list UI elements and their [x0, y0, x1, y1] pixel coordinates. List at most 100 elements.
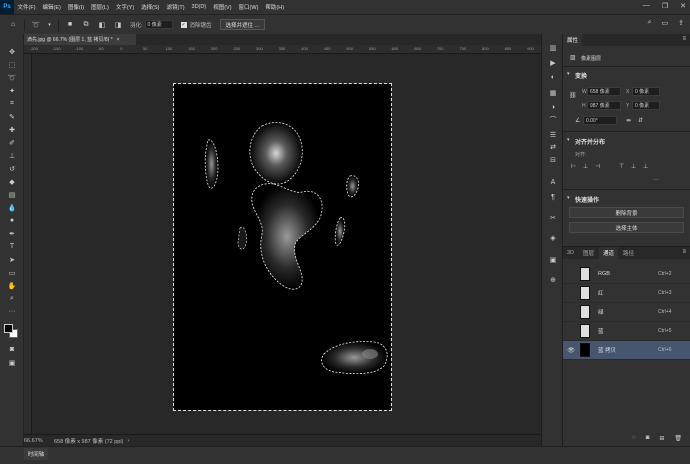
swatches-panel-icon[interactable]: ▦: [547, 87, 559, 98]
zoom-level[interactable]: 66.67%: [24, 438, 54, 444]
align-left-icon[interactable]: ⊢: [571, 163, 576, 170]
workspace-icon[interactable]: ▭: [662, 19, 669, 27]
type-tool-icon[interactable]: T: [5, 241, 19, 252]
width-input[interactable]: 658 像素: [587, 87, 621, 96]
add-selection-icon[interactable]: ⧉: [81, 20, 91, 30]
select-subject-button[interactable]: 选择主体: [569, 222, 684, 233]
document-tab[interactable]: 滴先.jpg @ 66.7% (图层 1, 蓝 拷贝/8) * ×: [24, 34, 136, 45]
color-panel-icon[interactable]: ◐: [547, 72, 559, 83]
close-tab-icon[interactable]: ×: [117, 37, 120, 43]
height-input[interactable]: 987 像素: [587, 101, 621, 110]
search-icon[interactable]: ⌕: [648, 19, 652, 27]
minimize-icon[interactable]: —: [643, 2, 650, 10]
pen-tool-icon[interactable]: ✒: [5, 228, 19, 239]
channel-row-blue[interactable]: 蓝 Ctrl+5: [563, 322, 690, 341]
flip-horizontal-icon[interactable]: ⇹: [626, 117, 631, 124]
antialias-checkbox[interactable]: ✓: [180, 21, 187, 28]
blur-tool-icon[interactable]: 💧: [5, 202, 19, 213]
more-options-icon[interactable]: ···: [653, 177, 659, 183]
paragraph-panel-icon[interactable]: ¶: [547, 192, 559, 203]
notes-panel-icon[interactable]: ⊕: [547, 274, 559, 285]
chevron-down-icon[interactable]: ▾: [47, 20, 52, 30]
healing-brush-tool-icon[interactable]: ✚: [5, 124, 19, 135]
brush-tool-icon[interactable]: ✐: [5, 137, 19, 148]
tool-presets-icon[interactable]: ✂: [547, 212, 559, 223]
eye-icon[interactable]: 👁: [566, 347, 576, 354]
tab-paths[interactable]: 路径: [619, 247, 638, 259]
marquee-tool-icon[interactable]: ⬚: [5, 59, 19, 70]
gradient-tool-icon[interactable]: ▤: [5, 189, 19, 200]
home-icon[interactable]: ⌂: [8, 20, 18, 30]
menu-help[interactable]: 帮助(H): [262, 3, 288, 11]
history-brush-tool-icon[interactable]: ↺: [5, 163, 19, 174]
menu-type[interactable]: 文字(Y): [112, 3, 137, 11]
move-tool-icon[interactable]: ✥: [5, 46, 19, 57]
menu-filter[interactable]: 滤镜(T): [163, 3, 188, 11]
panel-menu-icon[interactable]: ≡: [682, 249, 686, 255]
link-icon[interactable]: ⛓: [569, 92, 577, 99]
channel-row-green[interactable]: 绿 Ctrl+4: [563, 303, 690, 322]
shape-tool-icon[interactable]: ▭: [5, 267, 19, 278]
menu-file[interactable]: 文件(F): [14, 3, 39, 11]
align-bottom-icon[interactable]: ⊥: [643, 163, 648, 170]
zoom-tool-icon[interactable]: ⌕: [5, 293, 19, 304]
timeline-tab[interactable]: 时间轴: [24, 448, 48, 460]
document-image[interactable]: [173, 83, 392, 411]
select-and-mask-button[interactable]: 选择并遮住 ...: [219, 19, 266, 30]
status-arrow-icon[interactable]: ›: [127, 438, 129, 444]
channel-row-rgb[interactable]: RGB Ctrl+2: [563, 265, 690, 284]
libraries-panel-icon[interactable]: ⌒: [547, 114, 559, 125]
align-top-icon[interactable]: ⊤: [619, 163, 624, 170]
delete-channel-icon[interactable]: 🗑: [674, 435, 682, 442]
tab-channels[interactable]: 通道: [599, 247, 619, 259]
actions-panel-icon[interactable]: ▶: [547, 57, 559, 68]
angle-input[interactable]: 0.00°: [583, 116, 617, 125]
screen-mode-icon[interactable]: ▣: [5, 357, 19, 368]
chevron-down-icon[interactable]: ▾: [567, 195, 570, 201]
lasso-preset-icon[interactable]: ➰: [31, 20, 41, 30]
menu-select[interactable]: 选择(S): [138, 3, 163, 11]
tab-properties[interactable]: 属性: [563, 34, 583, 46]
menu-image[interactable]: 图像(I): [64, 3, 87, 11]
align-center-h-icon[interactable]: ⊥: [583, 163, 588, 170]
flip-vertical-icon[interactable]: ⇵: [638, 117, 643, 124]
properties-panel-icon[interactable]: ☰: [547, 129, 559, 140]
magic-wand-tool-icon[interactable]: ✦: [5, 85, 19, 96]
menu-window[interactable]: 窗口(W): [235, 3, 262, 11]
panel-menu-icon[interactable]: ≡: [682, 36, 686, 42]
adjustments-panel-icon[interactable]: ◑: [547, 102, 559, 113]
share-icon[interactable]: ⇪: [678, 19, 684, 27]
channel-row-blue-copy[interactable]: 👁 蓝 拷贝 Ctrl+6: [563, 341, 690, 360]
layer-comps-icon[interactable]: ⇄: [547, 141, 559, 152]
eraser-tool-icon[interactable]: ◆: [5, 176, 19, 187]
intersect-selection-icon[interactable]: ◨: [113, 20, 123, 30]
channel-row-red[interactable]: 红 Ctrl+3: [563, 284, 690, 303]
history-panel-icon[interactable]: ▥: [547, 42, 559, 53]
align-middle-v-icon[interactable]: ⊥: [631, 163, 636, 170]
clone-stamp-tool-icon[interactable]: ⊥: [5, 150, 19, 161]
new-selection-icon[interactable]: ■: [65, 20, 75, 30]
3d-panel-icon[interactable]: ◈: [547, 232, 559, 243]
lasso-tool-icon[interactable]: ➰: [5, 72, 19, 83]
menu-3d[interactable]: 3D(D): [188, 4, 210, 10]
character-panel-icon[interactable]: A: [547, 177, 559, 188]
more-tools-icon[interactable]: ···: [5, 306, 19, 317]
menu-view[interactable]: 视图(V): [210, 3, 235, 11]
quick-mask-icon[interactable]: ◙: [5, 344, 19, 355]
chevron-down-icon[interactable]: ▾: [567, 71, 570, 77]
remove-background-button[interactable]: 删除背景: [569, 207, 684, 218]
y-input[interactable]: 0 像素: [632, 101, 660, 110]
hand-tool-icon[interactable]: ✋: [5, 280, 19, 291]
crop-tool-icon[interactable]: ⌗: [5, 98, 19, 109]
tab-3d[interactable]: 3D: [563, 247, 578, 259]
align-right-icon[interactable]: ⊣: [595, 163, 600, 170]
align-panel-icon[interactable]: ⊟: [547, 154, 559, 165]
tab-layers[interactable]: 图层: [579, 247, 598, 259]
chevron-down-icon[interactable]: ▾: [567, 137, 570, 143]
save-selection-icon[interactable]: ◙: [646, 435, 650, 441]
feather-input[interactable]: 0 像素: [144, 20, 173, 29]
path-selection-tool-icon[interactable]: ➤: [5, 254, 19, 265]
load-selection-icon[interactable]: ◌: [632, 435, 636, 441]
menu-edit[interactable]: 编辑(E): [39, 3, 64, 11]
close-icon[interactable]: ✕: [680, 2, 686, 10]
